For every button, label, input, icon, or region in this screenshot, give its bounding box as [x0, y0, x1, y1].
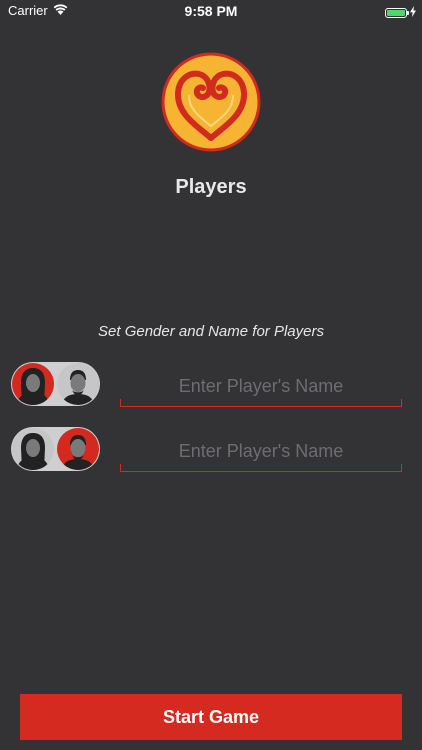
player-1-name-field[interactable] — [120, 371, 402, 407]
start-game-button[interactable]: Start Game — [20, 694, 402, 740]
battery-indicator — [385, 4, 416, 22]
male-avatar-icon[interactable] — [57, 428, 99, 470]
instruction-text: Set Gender and Name for Players — [98, 323, 324, 340]
gender-toggle-player-1[interactable] — [11, 362, 100, 406]
player-name-input[interactable] — [120, 371, 402, 401]
male-avatar-icon[interactable] — [57, 363, 99, 405]
battery-level — [387, 10, 405, 16]
status-bar: Carrier 9:58 PM — [0, 0, 422, 22]
page-title: Players — [175, 176, 247, 198]
battery-icon — [385, 8, 409, 18]
heart-swirl-logo-icon — [161, 52, 261, 152]
input-underline — [120, 399, 402, 407]
input-underline — [120, 464, 402, 472]
player-2-name-field[interactable] — [120, 436, 402, 472]
female-avatar-icon[interactable] — [12, 363, 54, 405]
gender-toggle-player-2[interactable] — [11, 427, 100, 471]
player-name-input[interactable] — [120, 436, 402, 466]
status-time: 9:58 PM — [184, 3, 238, 19]
charging-bolt-icon — [410, 4, 416, 22]
female-avatar-icon[interactable] — [12, 428, 54, 470]
